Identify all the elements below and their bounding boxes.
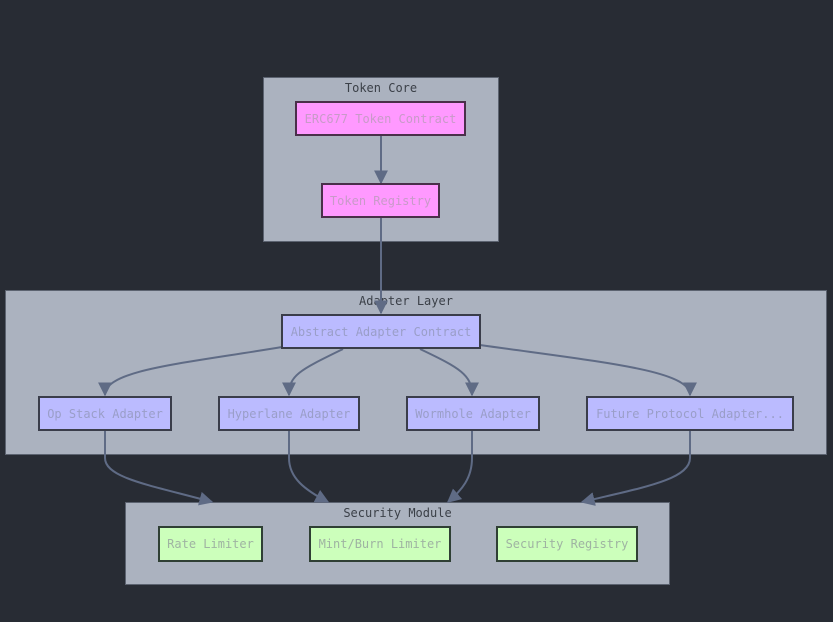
node-security-registry[interactable]: Security Registry [496, 526, 638, 562]
node-label: Rate Limiter [167, 537, 254, 551]
node-erc677-token-contract[interactable]: ERC677 Token Contract [295, 101, 466, 136]
node-wormhole-adapter[interactable]: Wormhole Adapter [406, 396, 540, 431]
node-mint-burn-limiter[interactable]: Mint/Burn Limiter [309, 526, 451, 562]
node-label: ERC677 Token Contract [304, 111, 457, 126]
node-abstract-adapter-contract[interactable]: Abstract Adapter Contract [281, 314, 481, 349]
node-label: Mint/Burn Limiter [318, 537, 442, 551]
node-label: Future Protocol Adapter... [596, 406, 784, 421]
node-op-stack-adapter[interactable]: Op Stack Adapter [38, 396, 172, 431]
node-token-registry[interactable]: Token Registry [321, 183, 440, 218]
node-hyperlane-adapter[interactable]: Hyperlane Adapter [218, 396, 360, 431]
node-label: Abstract Adapter Contract [290, 324, 472, 339]
cluster-title-security-module: Security Module [343, 506, 452, 520]
node-label: Security Registry [505, 537, 629, 551]
cluster-title-adapter-layer: Adapter Layer [359, 294, 453, 308]
cluster-title-token-core: Token Core [344, 81, 418, 95]
node-label: Token Registry [329, 193, 432, 208]
node-label: Op Stack Adapter [47, 406, 163, 421]
node-label: Wormhole Adapter [415, 406, 531, 421]
node-future-protocol-adapter[interactable]: Future Protocol Adapter... [586, 396, 794, 431]
node-label: Hyperlane Adapter [227, 406, 351, 421]
node-rate-limiter[interactable]: Rate Limiter [158, 526, 263, 562]
